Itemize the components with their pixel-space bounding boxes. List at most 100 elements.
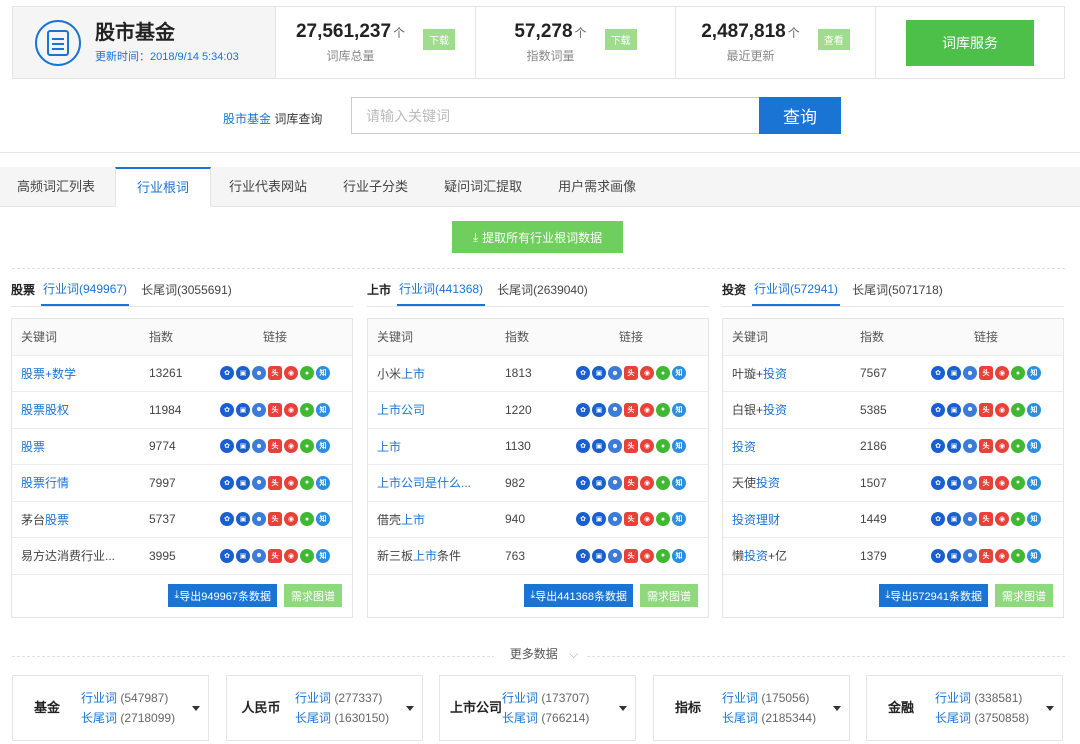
wechat-icon[interactable]: ● <box>300 402 314 417</box>
toutiao-icon[interactable]: 头 <box>624 366 638 381</box>
card-fund[interactable]: 基金 行业词 (547987) 长尾词 (2718099) <box>12 675 209 741</box>
keyword-cell[interactable]: 白银+投资 <box>723 401 851 418</box>
baidu-paw-icon[interactable]: ✿ <box>931 548 945 563</box>
demand-graph-button[interactable]: 需求图谱 <box>640 584 698 607</box>
weibo-icon[interactable]: ◉ <box>995 512 1009 527</box>
zhihu-icon[interactable]: 知 <box>316 366 330 381</box>
wechat-icon[interactable]: ● <box>300 439 314 454</box>
baidu-paw-icon[interactable]: ✿ <box>576 548 590 563</box>
toutiao-icon[interactable]: 头 <box>624 512 638 527</box>
baidu-paw-icon[interactable]: ✿ <box>931 512 945 527</box>
toutiao-icon[interactable]: 头 <box>268 548 282 563</box>
toutiao-icon[interactable]: 头 <box>979 475 993 490</box>
export-button[interactable]: ⤓ 导出949967条数据 <box>168 584 277 607</box>
more-data-toggle[interactable]: 更多数据 ⌵ <box>0 645 1080 663</box>
zhihu-icon[interactable]: 知 <box>316 475 330 490</box>
wechat-icon[interactable]: ● <box>656 548 670 563</box>
wechat-icon[interactable]: ● <box>1011 366 1025 381</box>
zhihu-icon[interactable]: 知 <box>316 439 330 454</box>
toutiao-icon[interactable]: 头 <box>268 512 282 527</box>
sogou-icon[interactable]: ☻ <box>608 548 622 563</box>
wechat-icon[interactable]: ● <box>1011 439 1025 454</box>
baidu-paw-icon[interactable]: ✿ <box>576 366 590 381</box>
download-total-button[interactable]: 下载 <box>423 29 456 50</box>
toutiao-icon[interactable]: 头 <box>979 402 993 417</box>
zhihu-icon[interactable]: 知 <box>672 439 686 454</box>
keyword-cell[interactable]: 上市 <box>368 438 496 455</box>
wechat-icon[interactable]: ● <box>656 366 670 381</box>
baidu-index-icon[interactable]: ▣ <box>592 548 606 563</box>
wechat-icon[interactable]: ● <box>300 366 314 381</box>
keyword-cell[interactable]: 新三板上市条件 <box>368 547 496 564</box>
card-industry-link[interactable]: 行业词 (547987) <box>81 688 175 708</box>
baidu-paw-icon[interactable]: ✿ <box>220 366 234 381</box>
zhihu-icon[interactable]: 知 <box>672 366 686 381</box>
zhihu-icon[interactable]: 知 <box>1027 475 1041 490</box>
toutiao-icon[interactable]: 头 <box>268 475 282 490</box>
tab-sub-categories[interactable]: 行业子分类 <box>325 167 426 207</box>
toutiao-icon[interactable]: 头 <box>268 439 282 454</box>
keyword-cell[interactable]: 股票股权 <box>12 401 140 418</box>
tab-industry-root[interactable]: 行业根词 <box>115 167 212 207</box>
weibo-icon[interactable]: ◉ <box>284 475 298 490</box>
wechat-icon[interactable]: ● <box>656 402 670 417</box>
baidu-index-icon[interactable]: ▣ <box>592 366 606 381</box>
baidu-paw-icon[interactable]: ✿ <box>931 366 945 381</box>
weibo-icon[interactable]: ◉ <box>640 475 654 490</box>
toutiao-icon[interactable]: 头 <box>979 439 993 454</box>
baidu-index-icon[interactable]: ▣ <box>236 475 250 490</box>
baidu-paw-icon[interactable]: ✿ <box>931 439 945 454</box>
sogou-icon[interactable]: ☻ <box>608 512 622 527</box>
sogou-icon[interactable]: ☻ <box>608 402 622 417</box>
baidu-index-icon[interactable]: ▣ <box>236 366 250 381</box>
sogou-icon[interactable]: ☻ <box>252 366 266 381</box>
keyword-cell[interactable]: 小米上市 <box>368 365 496 382</box>
card-longtail-link[interactable]: 长尾词 (3750858) <box>935 708 1029 728</box>
wechat-icon[interactable]: ● <box>1011 402 1025 417</box>
keyword-cell[interactable]: 股票+数学 <box>12 365 140 382</box>
lexicon-service-button[interactable]: 词库服务 <box>906 19 1034 66</box>
search-button[interactable]: 查询 <box>759 97 841 134</box>
wechat-icon[interactable]: ● <box>1011 548 1025 563</box>
weibo-icon[interactable]: ◉ <box>995 439 1009 454</box>
industry-words-tab[interactable]: 行业词(949967) <box>41 280 130 306</box>
sogou-icon[interactable]: ☻ <box>963 512 977 527</box>
sogou-icon[interactable]: ☻ <box>252 548 266 563</box>
zhihu-icon[interactable]: 知 <box>1027 439 1041 454</box>
card-indicator[interactable]: 指标 行业词 (175056) 长尾词 (2185344) <box>653 675 850 741</box>
keyword-cell[interactable]: 易方达消费行业... <box>12 547 140 564</box>
longtail-words-tab[interactable]: 长尾词(2639040) <box>497 281 588 306</box>
wechat-icon[interactable]: ● <box>656 475 670 490</box>
baidu-index-icon[interactable]: ▣ <box>592 512 606 527</box>
zhihu-icon[interactable]: 知 <box>1027 402 1041 417</box>
keyword-cell[interactable]: 叶璇+投资 <box>723 365 851 382</box>
baidu-index-icon[interactable]: ▣ <box>236 402 250 417</box>
keyword-cell[interactable]: 上市公司是什么... <box>368 474 496 491</box>
caret-down-icon[interactable] <box>1046 706 1054 711</box>
zhihu-icon[interactable]: 知 <box>672 402 686 417</box>
weibo-icon[interactable]: ◉ <box>284 366 298 381</box>
demand-graph-button[interactable]: 需求图谱 <box>995 584 1053 607</box>
sogou-icon[interactable]: ☻ <box>963 402 977 417</box>
baidu-paw-icon[interactable]: ✿ <box>220 439 234 454</box>
card-longtail-link[interactable]: 长尾词 (766214) <box>502 708 589 728</box>
toutiao-icon[interactable]: 头 <box>268 402 282 417</box>
toutiao-icon[interactable]: 头 <box>624 475 638 490</box>
zhihu-icon[interactable]: 知 <box>1027 366 1041 381</box>
view-recent-button[interactable]: 查看 <box>817 29 850 50</box>
sogou-icon[interactable]: ☻ <box>963 366 977 381</box>
baidu-paw-icon[interactable]: ✿ <box>931 402 945 417</box>
baidu-index-icon[interactable]: ▣ <box>947 548 961 563</box>
weibo-icon[interactable]: ◉ <box>640 439 654 454</box>
card-industry-link[interactable]: 行业词 (277337) <box>295 688 389 708</box>
sogou-icon[interactable]: ☻ <box>608 475 622 490</box>
keyword-cell[interactable]: 投资理财 <box>723 511 851 528</box>
card-industry-link[interactable]: 行业词 (338581) <box>935 688 1029 708</box>
card-finance[interactable]: 金融 行业词 (338581) 长尾词 (3750858) <box>866 675 1063 741</box>
baidu-paw-icon[interactable]: ✿ <box>931 475 945 490</box>
card-rmb[interactable]: 人民币 行业词 (277337) 长尾词 (1630150) <box>226 675 423 741</box>
toutiao-icon[interactable]: 头 <box>979 548 993 563</box>
baidu-paw-icon[interactable]: ✿ <box>576 402 590 417</box>
baidu-index-icon[interactable]: ▣ <box>947 512 961 527</box>
baidu-index-icon[interactable]: ▣ <box>947 439 961 454</box>
